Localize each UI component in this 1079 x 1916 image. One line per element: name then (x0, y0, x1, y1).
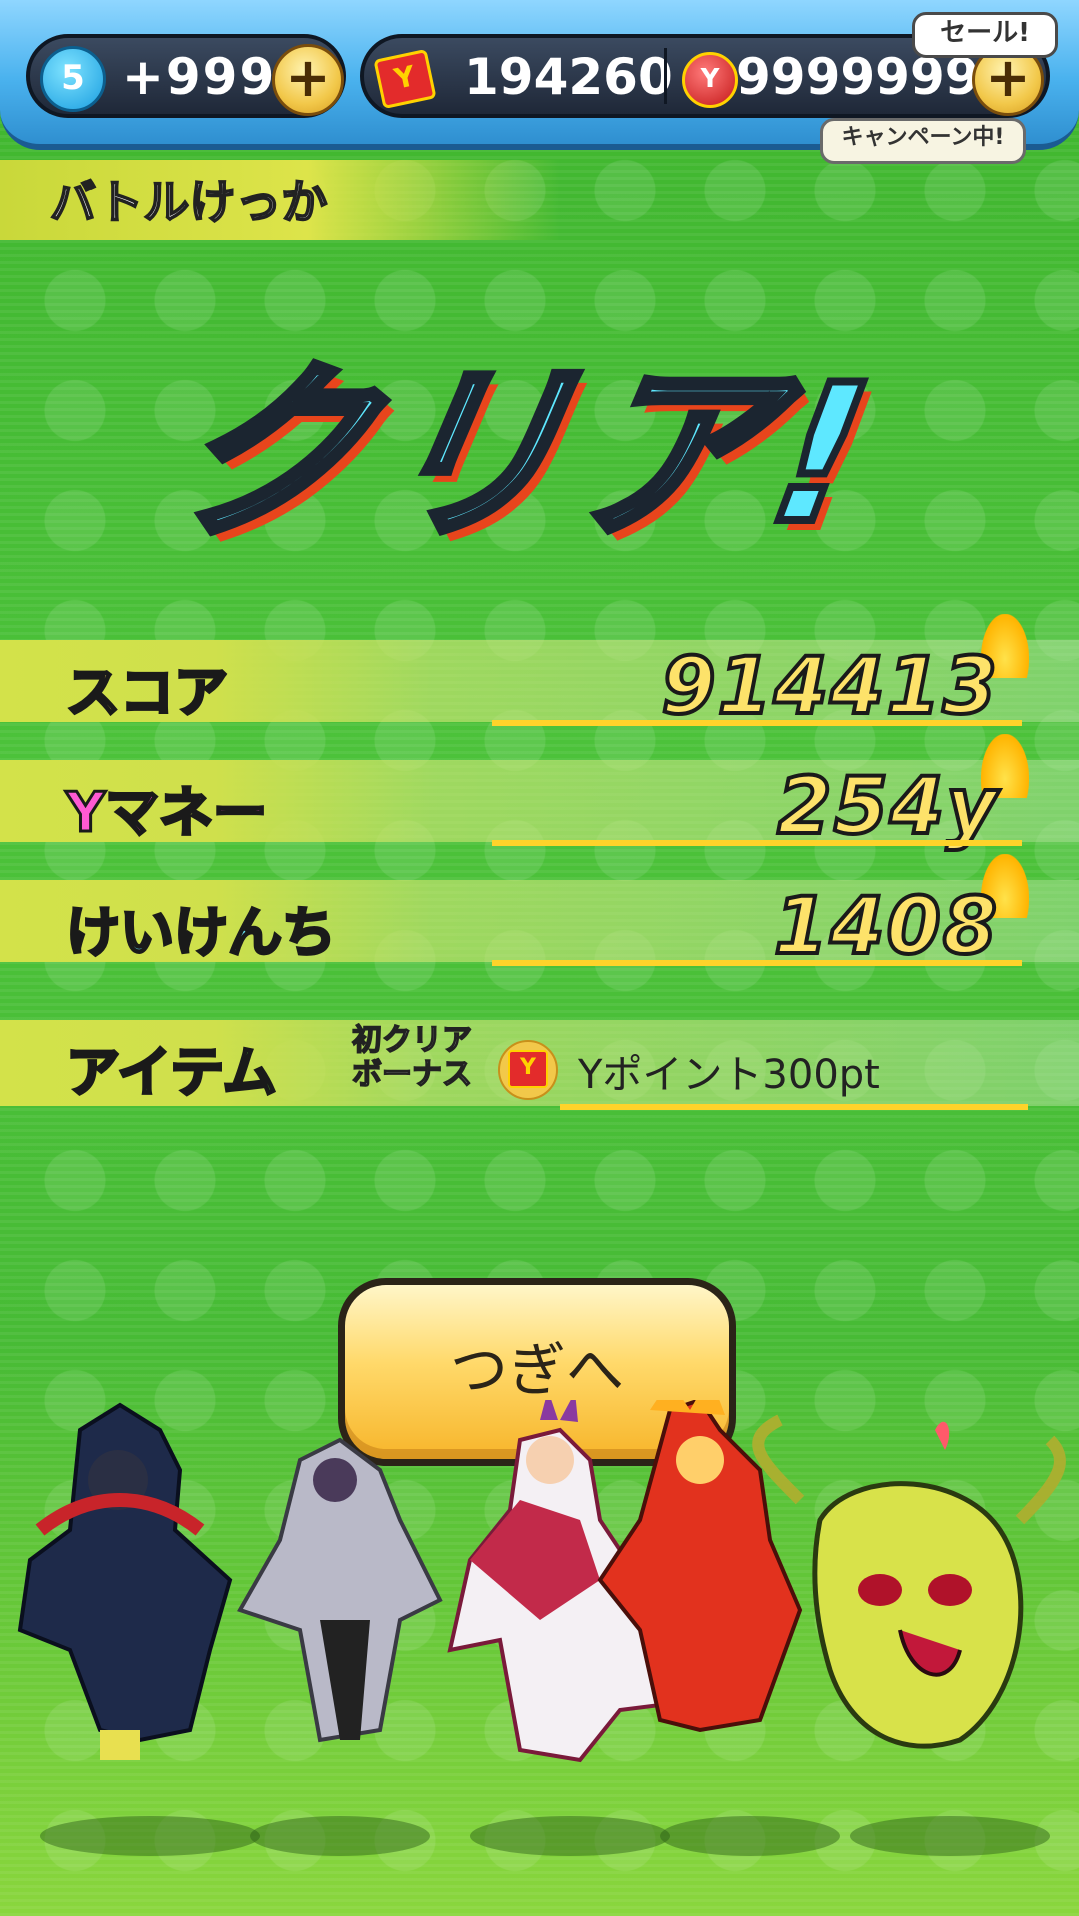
result-row-exp: けいけんち 1408 (0, 854, 1079, 974)
character-sprites (17, 1400, 1066, 1763)
clear-banner: クリア! (154, 340, 898, 569)
ymoney-earned: 254y (775, 760, 999, 854)
result-row-item: アイテム 初クリア ボーナス Y Yポイント300pt (0, 1020, 1079, 1110)
divider (664, 48, 667, 104)
exp-label: けいけんち (65, 900, 338, 966)
add-stamina-button[interactable]: + (272, 44, 344, 116)
result-row-score: スコア 914413 (0, 614, 1079, 734)
ymoney-icon: Y (682, 52, 738, 108)
ymoney-label: Yマネー (64, 780, 268, 846)
item-value: Yポイント300pt (578, 1052, 880, 1098)
stamina-value: +999 (122, 48, 277, 106)
exp-value: 1408 (772, 880, 999, 974)
party-characters (0, 1400, 1079, 1916)
underline (492, 960, 1022, 966)
character-5 (752, 1414, 1066, 1749)
campaign-badge[interactable]: キャンペーン中! (820, 118, 1026, 164)
underline (492, 840, 1022, 846)
item-label: アイテム (65, 1040, 279, 1106)
page-title: バトルけっか (49, 174, 328, 230)
character-1 (17, 1402, 233, 1760)
ypoint-icon: Y (373, 48, 437, 110)
stamina-icon: 5 (40, 46, 106, 112)
ypoint-card-icon: Y (508, 1050, 548, 1088)
underline (492, 720, 1022, 726)
sale-badge[interactable]: セール! (912, 12, 1058, 58)
score-value: 914413 (659, 640, 999, 734)
bonus-line-2: ボーナス (351, 1057, 473, 1093)
first-clear-bonus-label: 初クリア ボーナス (351, 1023, 473, 1093)
underline (560, 1104, 1028, 1110)
stamina-pill: 5 +999 + (26, 34, 346, 118)
character-2 (237, 1437, 443, 1743)
result-row-ymoney: Yマネー 254y (0, 734, 1079, 854)
bonus-line-1: 初クリア (351, 1023, 473, 1059)
ypoint-value: 194260 (464, 48, 673, 106)
score-label: スコア (65, 660, 230, 726)
